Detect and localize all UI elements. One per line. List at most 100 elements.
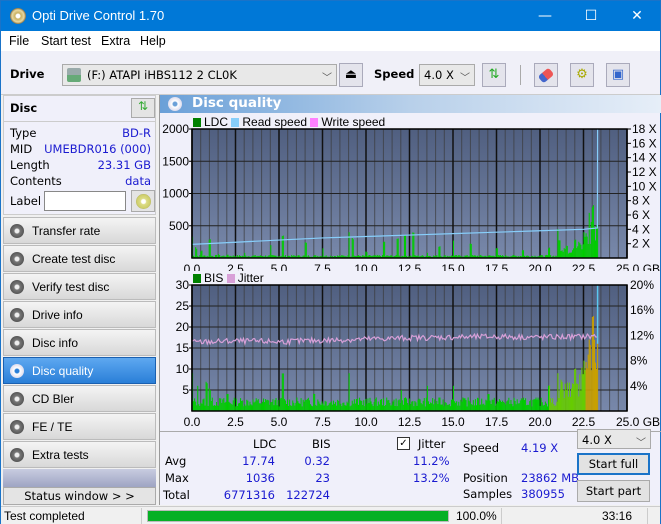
nav-create-test-disc[interactable]: Create test disc [3,245,156,272]
data-bar [448,404,450,411]
data-bar [221,402,223,411]
data-bar [503,401,505,411]
data-bar [282,373,284,411]
menu-file[interactable]: File [9,34,29,48]
data-bar [528,404,530,411]
data-bar [584,370,586,411]
data-bar [422,400,424,411]
menu-extra[interactable]: Extra [101,34,130,48]
minimize-button[interactable]: — [522,1,568,31]
data-bar [245,405,247,411]
contents-label: Contents [10,174,62,188]
data-bar [564,249,566,258]
data-bar [590,370,592,411]
data-bar [412,232,414,258]
data-bar [518,403,520,411]
drive-select[interactable]: (F:) ATAPI iHBS112 2 CL0K ﹀ [62,64,337,86]
nav-disc-quality[interactable]: Disc quality [3,357,156,384]
erase-button[interactable] [534,63,558,87]
data-bar [438,397,440,411]
y-tick-label: 1000 [162,187,189,201]
data-bar [569,396,571,411]
data-bar [211,397,213,411]
drive-icon [67,68,81,82]
menu-help[interactable]: Help [140,34,166,48]
status-window-button[interactable]: Status window > > [3,487,156,505]
data-bar [198,404,200,411]
data-bar [463,398,465,411]
data-bar [288,405,290,411]
data-bar [322,403,324,411]
nav-verify-test-disc[interactable]: Verify test disc [3,273,156,300]
data-bar [361,400,363,411]
progress-bar [147,510,449,522]
start-part-button[interactable]: Start part [577,480,650,502]
label-input[interactable] [44,191,126,211]
maximize-button[interactable]: ☐ [568,1,614,31]
data-bar [196,248,198,258]
test-speed-select[interactable]: 4.0 X ﹀ [577,429,651,449]
nav-fe-te[interactable]: FE / TE [3,413,156,440]
data-bar [300,398,302,411]
data-bar [416,405,418,411]
disc-icon [10,280,24,294]
data-bar [314,393,316,411]
progress-text: 100.0% [456,509,497,523]
save-button[interactable]: ▣ [606,63,630,87]
data-bar [485,399,487,411]
data-bar [200,402,202,411]
refresh-button[interactable]: ⇅ [482,63,506,87]
label-apply-button[interactable] [131,190,155,212]
nav-transfer-rate[interactable]: Transfer rate [3,217,156,244]
start-full-button[interactable]: Start full [577,453,650,475]
data-bar [213,405,215,411]
progress-fill [148,511,448,521]
data-bar [435,403,437,411]
data-bar [532,399,534,411]
y-tick-label: 1500 [162,154,189,168]
data-bar [326,405,328,411]
nav-extra-tests[interactable]: Extra tests [3,441,156,468]
nav-cd-bler[interactable]: CD Bler [3,385,156,412]
close-button[interactable]: ✕ [614,1,660,31]
data-bar [323,405,325,411]
data-bar [454,401,456,411]
data-bar [331,404,333,411]
data-bar [319,403,321,411]
data-bar [200,251,202,258]
data-bar [534,399,536,411]
data-bar [208,239,210,258]
jitter-checkbox[interactable]: ✓ [397,437,410,450]
nav-label: FE / TE [32,420,73,434]
chevron-down-icon: ﹀ [636,438,646,449]
data-bar [581,249,583,258]
data-bar [459,405,461,411]
x-tick-label: 2.5 [227,262,244,271]
mid-label: MID [10,142,33,156]
data-bar [298,403,300,411]
settings-button[interactable]: ⚙ [570,63,594,87]
data-bar [502,400,504,411]
data-bar [556,401,558,411]
label-label: Label [10,194,42,208]
disc-quality-panel: Disc quality LDC Read speed Write speed … [159,95,661,505]
nav-label: Create test disc [32,252,116,266]
data-bar [549,247,551,258]
x-tick-label: 20.0 [528,262,552,271]
data-bar [479,404,481,411]
data-bar [281,235,283,258]
data-bar [282,235,284,258]
eject-button[interactable]: ⏏ [339,63,363,87]
disc-refresh-button[interactable]: ⇅ [131,98,155,118]
data-bar [552,398,554,411]
data-bar [233,397,235,411]
data-bar [291,405,293,411]
data-bar [338,400,340,411]
speed-select[interactable]: 4.0 X ﹀ [419,64,475,86]
data-bar [274,400,276,411]
nav-disc-info[interactable]: Disc info [3,329,156,356]
nav-drive-info[interactable]: Drive info [3,301,156,328]
data-bar [417,399,419,411]
menu-start-test[interactable]: Start test [41,34,91,48]
data-bar [383,242,385,258]
